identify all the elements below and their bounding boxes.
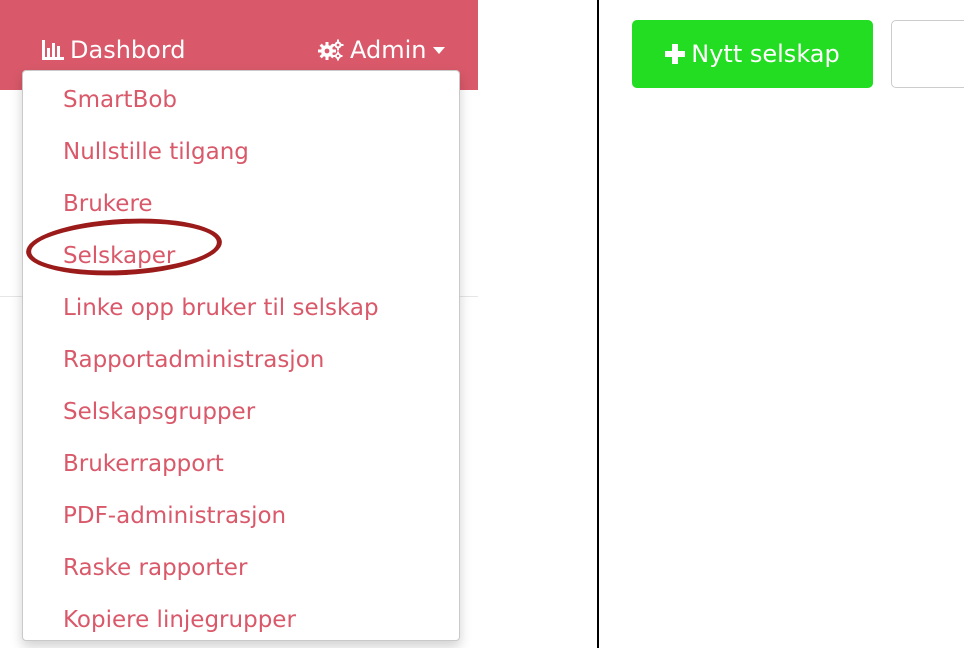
page: Dashbord Admin SmartBob Nullstille tilga… <box>0 0 964 648</box>
menu-item-selskapsgrupper[interactable]: Selskapsgrupper <box>63 392 255 432</box>
menu-item-kopiere-linjegrupper[interactable]: Kopiere linjegrupper <box>63 600 296 640</box>
menu-item-smartbob[interactable]: SmartBob <box>63 80 177 120</box>
new-company-label: Nytt selskap <box>691 40 840 68</box>
nav-admin-label: Admin <box>350 36 427 64</box>
nav-admin-dropdown-toggle[interactable]: Admin <box>318 34 445 66</box>
nav-dashboard-link[interactable]: Dashbord <box>42 34 186 66</box>
left-panel: Dashbord Admin SmartBob Nullstille tilga… <box>0 0 478 648</box>
menu-item-rapportadministrasjon[interactable]: Rapportadministrasjon <box>63 340 324 380</box>
gears-icon <box>318 39 344 61</box>
bar-chart-icon <box>42 40 64 60</box>
plus-icon <box>665 44 686 64</box>
nav-dashboard-label: Dashbord <box>70 36 186 64</box>
menu-item-brukerrapport[interactable]: Brukerrapport <box>63 444 224 484</box>
menu-item-nullstille-tilgang[interactable]: Nullstille tilgang <box>63 132 249 172</box>
menu-item-pdf-administrasjon[interactable]: PDF-administrasjon <box>63 496 286 536</box>
menu-item-raske-rapporter[interactable]: Raske rapporter <box>63 548 247 588</box>
caret-down-icon <box>432 46 445 54</box>
menu-item-linke-bruker-selskap[interactable]: Linke opp bruker til selskap <box>63 288 379 328</box>
admin-dropdown-menu: SmartBob Nullstille tilgang Brukere Sels… <box>22 70 460 641</box>
new-company-button[interactable]: Nytt selskap <box>632 20 873 88</box>
secondary-toolbar-button[interactable] <box>891 20 964 88</box>
panel-divider <box>597 0 599 648</box>
